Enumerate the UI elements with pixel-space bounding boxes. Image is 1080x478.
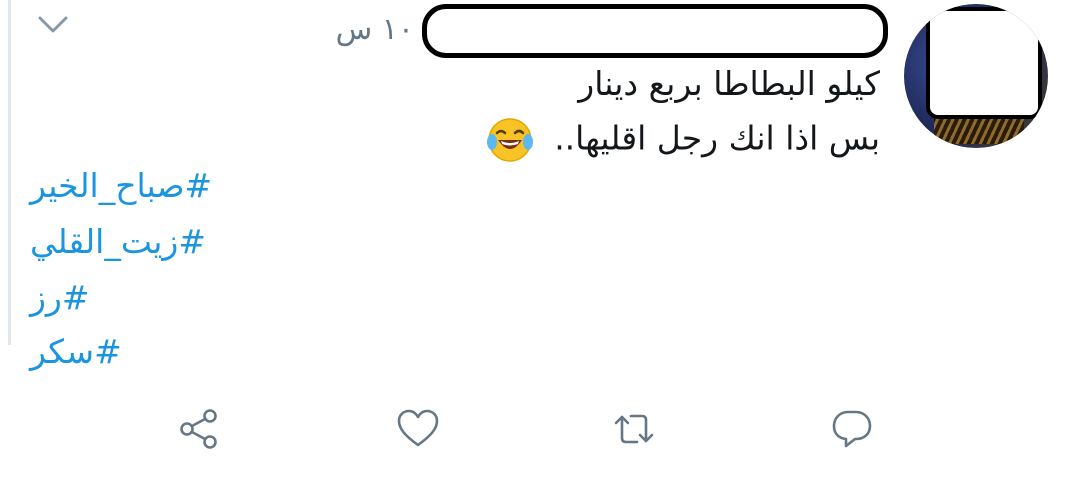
thread-line — [8, 0, 11, 345]
avatar-redaction — [926, 7, 1042, 119]
hashtag-link[interactable]: #سكر — [30, 330, 122, 374]
chevron-down-icon[interactable] — [36, 12, 70, 38]
tweet-text-line: كيلو البطاطا بربع دينار — [578, 64, 880, 103]
username-redaction — [422, 4, 888, 58]
tweet-timestamp[interactable]: ١٠ س — [318, 10, 414, 50]
retweet-icon[interactable] — [610, 405, 658, 453]
hashtag-link[interactable]: #زيت_القلي — [30, 220, 206, 264]
like-icon[interactable] — [394, 405, 442, 453]
tweet-text-line-with-emoji: بس اذا انك رجل اقليها.. — [486, 116, 880, 164]
reply-icon[interactable] — [828, 405, 876, 453]
laughing-emoji-icon — [486, 118, 533, 162]
tweet[interactable]: ١٠ س كيلو البطاطا بربع دينار بس اذا انك … — [0, 0, 1080, 478]
share-icon[interactable] — [176, 405, 224, 453]
hashtag-link[interactable]: #رز — [30, 276, 90, 320]
tweet-text-line: بس اذا انك رجل اقليها.. — [554, 118, 880, 158]
avatar[interactable] — [904, 4, 1048, 148]
hashtag-link[interactable]: #صباح_الخير — [30, 164, 212, 208]
